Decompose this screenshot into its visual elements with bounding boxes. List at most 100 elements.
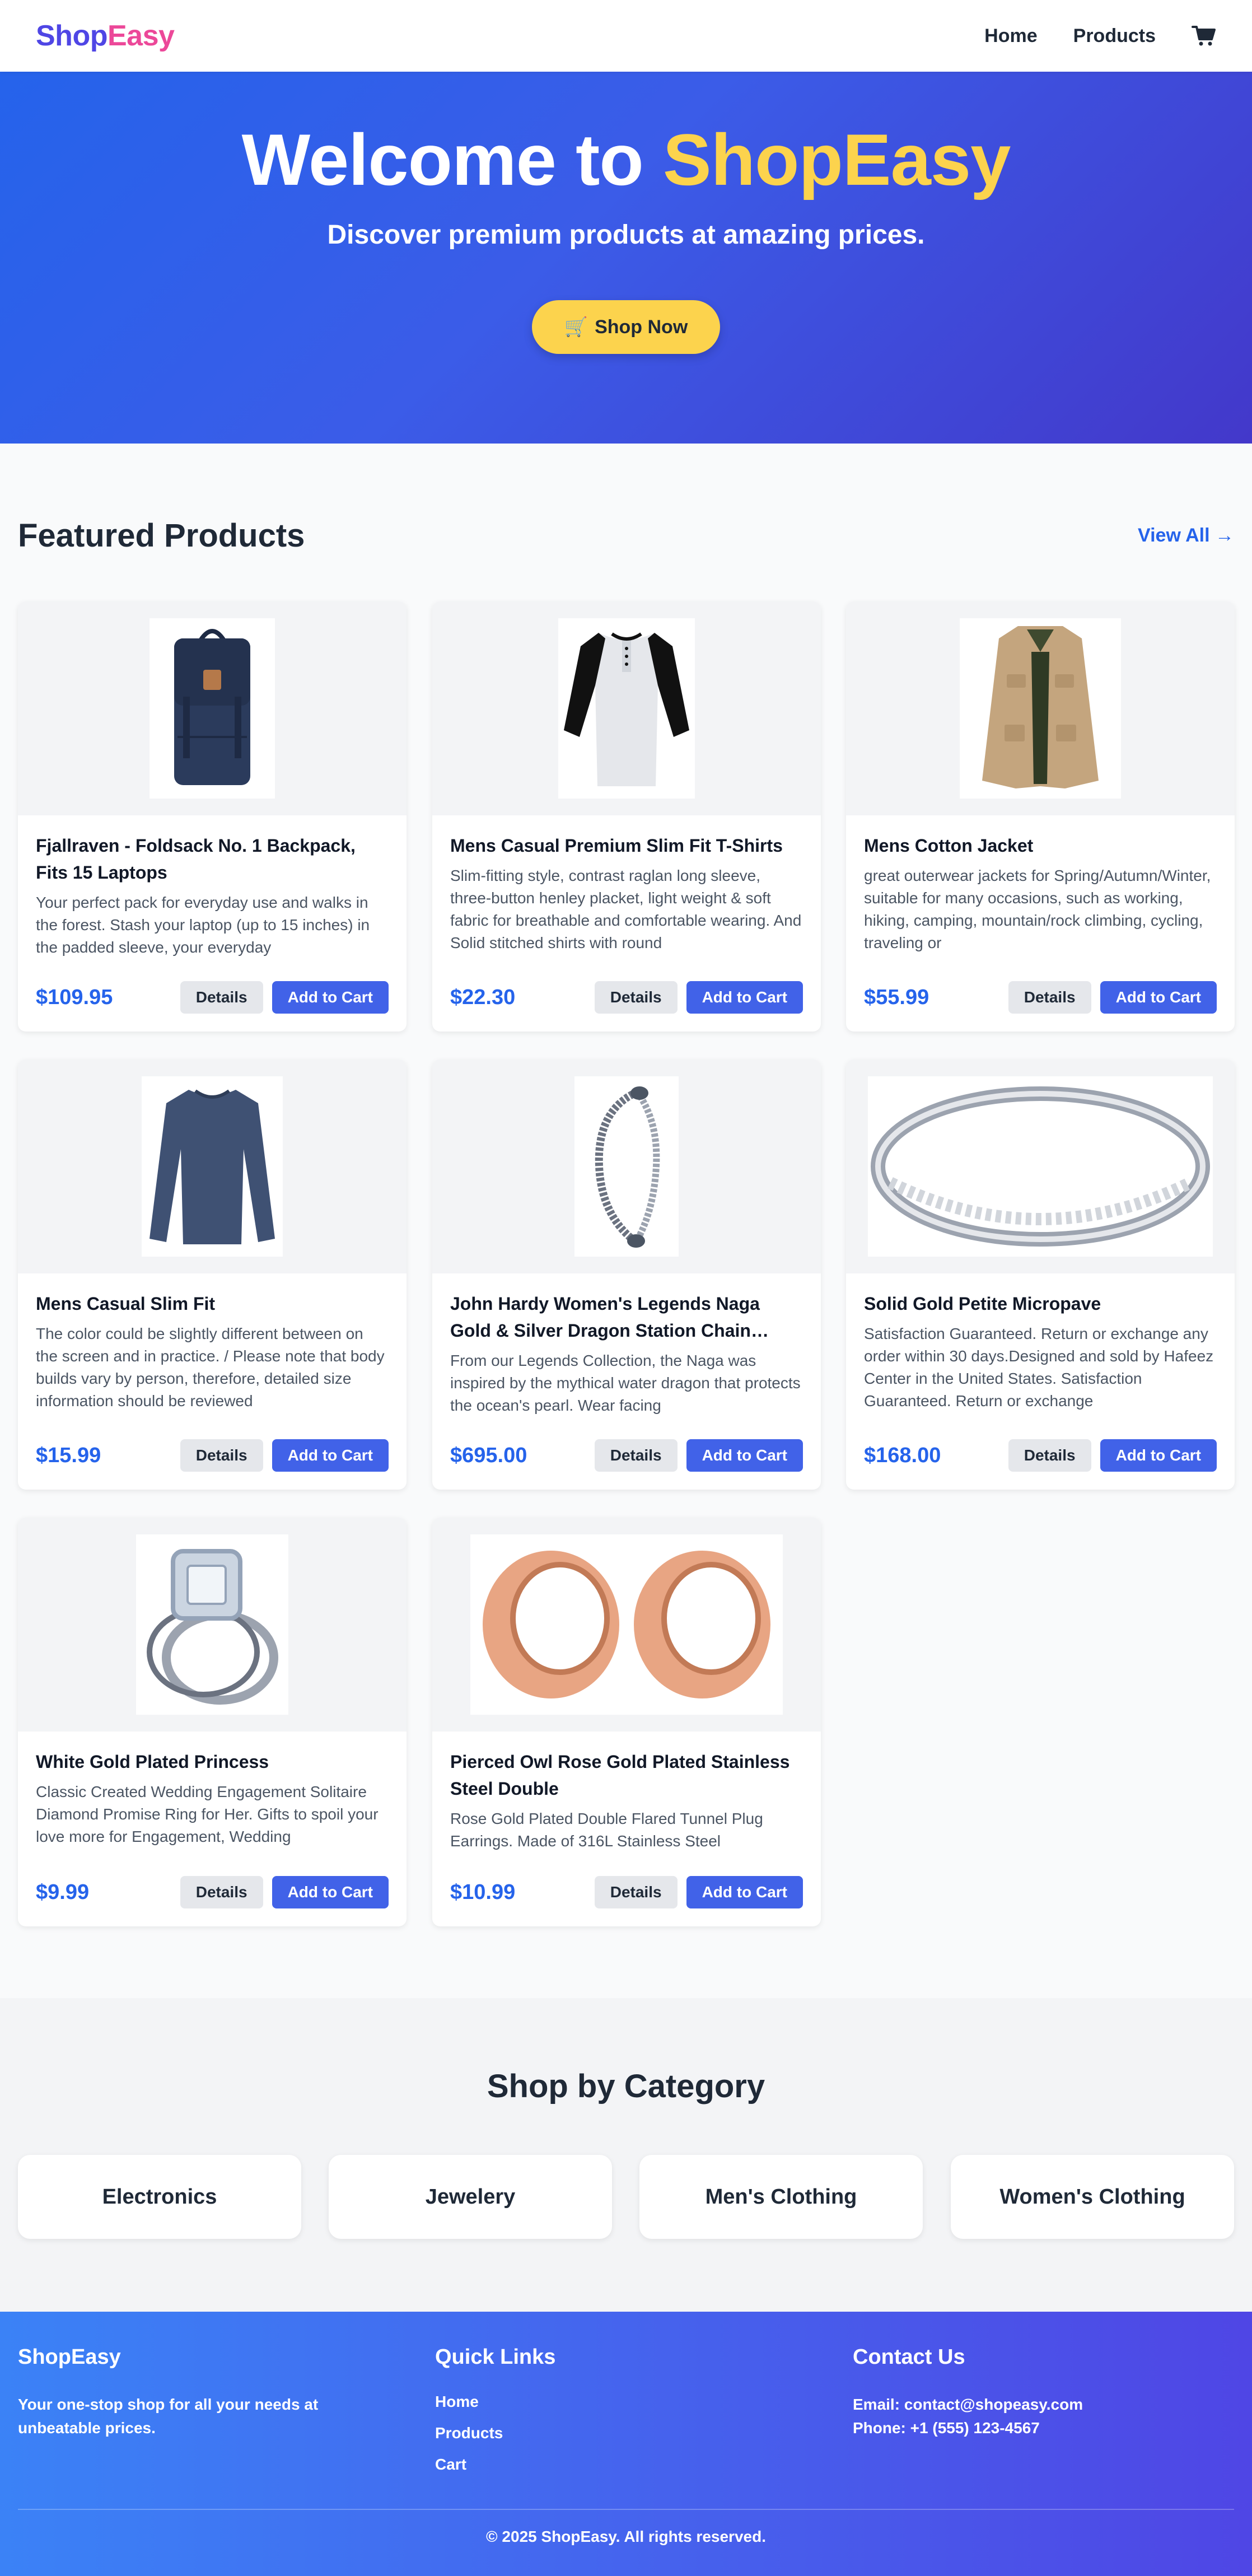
product-card[interactable]: Mens Casual Slim Fit The color could be … <box>18 1060 407 1490</box>
product-title[interactable]: John Hardy Women's Legends Naga Gold & S… <box>450 1290 803 1344</box>
details-button[interactable]: Details <box>594 1876 678 1908</box>
princess-ring-image[interactable] <box>136 1534 288 1715</box>
product-description: The color could be slightly different be… <box>36 1325 385 1410</box>
product-description: Your perfect pack for everyday use and w… <box>36 894 370 956</box>
view-all-link[interactable]: View All → <box>1138 525 1234 547</box>
product-card[interactable]: Pierced Owl Rose Gold Plated Stainless S… <box>432 1518 821 1926</box>
category-card-mens-clothing[interactable]: Men's Clothing <box>639 2155 923 2239</box>
featured-title: Featured Products <box>18 517 305 554</box>
product-footer: $15.99 Details Add to Cart <box>36 1439 389 1472</box>
shop-now-button[interactable]: 🛒 Shop Now <box>532 300 720 354</box>
add-to-cart-button[interactable]: Add to Cart <box>686 1876 803 1908</box>
footer-link-products[interactable]: Products <box>435 2418 771 2449</box>
add-to-cart-button[interactable]: Add to Cart <box>686 1439 803 1472</box>
footer-divider <box>18 2509 1234 2510</box>
product-card[interactable]: White Gold Plated Princess Classic Creat… <box>18 1518 407 1926</box>
brand-logo[interactable]: ShopEasy <box>36 19 175 53</box>
contact-phone: Phone: +1 (555) 123-4567 <box>853 2419 1040 2437</box>
product-card[interactable]: John Hardy Women's Legends Naga Gold & S… <box>432 1060 821 1490</box>
add-to-cart-button[interactable]: Add to Cart <box>272 1876 389 1908</box>
footer-link-cart[interactable]: Cart <box>435 2449 771 2480</box>
product-card[interactable]: Mens Casual Premium Slim Fit T-Shirts Sl… <box>432 601 821 1032</box>
product-footer: $109.95 Details Add to Cart <box>36 981 389 1014</box>
nav-link-home[interactable]: Home <box>984 25 1037 47</box>
shopping-cart-icon[interactable] <box>1192 25 1216 47</box>
product-title[interactable]: Mens Casual Premium Slim Fit T-Shirts <box>450 832 803 859</box>
product-footer: $55.99 Details Add to Cart <box>864 981 1217 1014</box>
product-info: Fjallraven - Foldsack No. 1 Backpack, Fi… <box>18 832 407 959</box>
add-to-cart-button[interactable]: Add to Cart <box>272 981 389 1014</box>
details-button[interactable]: Details <box>1008 981 1091 1014</box>
category-card-womens-clothing[interactable]: Women's Clothing <box>951 2155 1234 2239</box>
details-button[interactable]: Details <box>594 981 678 1014</box>
brand-part-shop: Shop <box>36 20 108 52</box>
product-title[interactable]: Mens Casual Slim Fit <box>36 1290 389 1317</box>
details-button[interactable]: Details <box>180 1876 263 1908</box>
category-card-electronics[interactable]: Electronics <box>18 2155 301 2239</box>
footer-brand: ShopEasy <box>18 2345 121 2369</box>
product-info: Pierced Owl Rose Gold Plated Stainless S… <box>432 1748 821 1852</box>
product-price: $22.30 <box>450 985 516 1009</box>
shop-now-label: Shop Now <box>595 316 688 338</box>
tshirt-image[interactable] <box>558 618 695 799</box>
add-to-cart-button[interactable]: Add to Cart <box>272 1439 389 1472</box>
dragon-bracelet-image[interactable] <box>574 1076 679 1257</box>
product-footer: $22.30 Details Add to Cart <box>450 981 803 1014</box>
product-title[interactable]: Solid Gold Petite Micropave <box>864 1290 1217 1317</box>
product-info: Mens Casual Premium Slim Fit T-Shirts Sl… <box>432 832 821 954</box>
product-info: Solid Gold Petite Micropave Satisfaction… <box>846 1290 1235 1412</box>
product-image-area <box>18 1060 407 1273</box>
product-info: White Gold Plated Princess Classic Creat… <box>18 1748 407 1848</box>
featured-header: Featured Products View All → <box>18 515 1234 556</box>
product-title[interactable]: Pierced Owl Rose Gold Plated Stainless S… <box>450 1748 803 1802</box>
tunnel-plugs-image[interactable] <box>470 1534 783 1715</box>
navbar: ShopEasy Home Products <box>0 0 1252 72</box>
details-button[interactable]: Details <box>180 981 263 1014</box>
contact-email[interactable]: Email: contact@shopeasy.com <box>853 2393 1234 2416</box>
copyright: © 2025 ShopEasy. All rights reserved. <box>486 2528 766 2545</box>
product-price: $10.99 <box>450 1880 516 1904</box>
product-description: From our Legends Collection, the Naga wa… <box>450 1352 801 1414</box>
details-button[interactable]: Details <box>594 1439 678 1472</box>
product-image-area <box>432 1518 821 1732</box>
details-button[interactable]: Details <box>180 1439 263 1472</box>
product-image-area <box>432 1060 821 1273</box>
micropave-ring-image[interactable] <box>868 1076 1213 1257</box>
nav-link-products[interactable]: Products <box>1073 25 1156 47</box>
quick-links-title: Quick Links <box>435 2345 556 2369</box>
product-info: Mens Casual Slim Fit The color could be … <box>18 1290 407 1412</box>
hero-title-highlight: ShopEasy <box>662 119 1011 200</box>
product-card[interactable]: Fjallraven - Foldsack No. 1 Backpack, Fi… <box>18 601 407 1032</box>
product-footer: $168.00 Details Add to Cart <box>864 1439 1217 1472</box>
footer-link-home[interactable]: Home <box>435 2386 771 2418</box>
product-description: Classic Created Wedding Engagement Solit… <box>36 1783 379 1845</box>
product-footer: $9.99 Details Add to Cart <box>36 1876 389 1908</box>
hero-banner: Welcome to ShopEasy Discover premium pro… <box>0 72 1252 444</box>
product-image-area <box>432 601 821 815</box>
category-card-jewelery[interactable]: Jewelery <box>329 2155 612 2239</box>
product-info: Mens Cotton Jacket great outerwear jacke… <box>846 832 1235 954</box>
product-image-area <box>18 1518 407 1732</box>
product-title[interactable]: Mens Cotton Jacket <box>864 832 1217 859</box>
product-title[interactable]: Fjallraven - Foldsack No. 1 Backpack, Fi… <box>36 832 389 886</box>
add-to-cart-button[interactable]: Add to Cart <box>1100 981 1217 1014</box>
jacket-image[interactable] <box>960 618 1121 799</box>
product-footer: $10.99 Details Add to Cart <box>450 1876 803 1908</box>
product-card[interactable]: Mens Cotton Jacket great outerwear jacke… <box>846 601 1235 1032</box>
product-title[interactable]: White Gold Plated Princess <box>36 1748 389 1775</box>
footer-quick-links: Quick Links Home Products Cart <box>435 2345 771 2480</box>
product-price: $109.95 <box>36 985 113 1009</box>
add-to-cart-button[interactable]: Add to Cart <box>1100 1439 1217 1472</box>
long-sleeve-shirt-image[interactable] <box>142 1076 283 1257</box>
product-price: $168.00 <box>864 1443 941 1467</box>
product-price: $55.99 <box>864 985 929 1009</box>
cart-emoji-icon: 🛒 <box>564 316 588 338</box>
backpack-image[interactable] <box>150 618 275 799</box>
add-to-cart-button[interactable]: Add to Cart <box>686 981 803 1014</box>
product-card[interactable]: Solid Gold Petite Micropave Satisfaction… <box>846 1060 1235 1490</box>
product-description: Slim-fitting style, contrast raglan long… <box>450 867 802 951</box>
product-image-area <box>846 601 1235 815</box>
product-image-area <box>18 601 407 815</box>
details-button[interactable]: Details <box>1008 1439 1091 1472</box>
footer-about: ShopEasy Your one-stop shop for all your… <box>18 2345 354 2440</box>
